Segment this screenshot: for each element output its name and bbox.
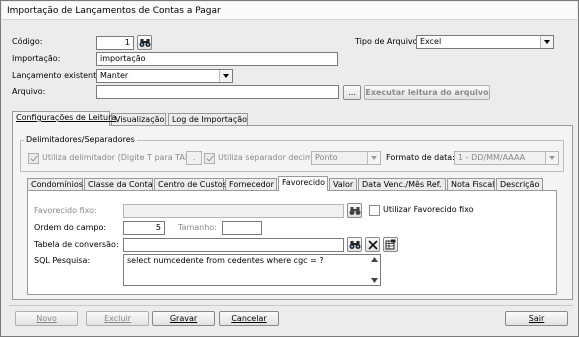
importacao-field[interactable]: importação [96,52,338,66]
utilizar-favorecido-fixo-label: Utilizar Favorecido fixo [383,205,474,214]
novo-label: Novo [36,314,57,323]
ordem-campo-label: Ordem do campo: [34,223,107,232]
subtab-centro-label: Centro de Custos [158,180,227,189]
chevron-down-icon [545,152,558,164]
ordem-campo-field[interactable]: 5 [123,221,165,235]
lancamento-label: Lançamento existente: [12,71,104,80]
binoculars-icon [139,38,150,47]
sql-pesquisa-textarea[interactable]: select numcedente from cedentes where cg… [123,254,381,286]
tamanho-field[interactable] [222,221,262,235]
table-edit-icon [385,239,396,250]
scroll-up-icon [371,257,378,262]
utiliza-delimitador-label: Utiliza delimitador (Digite T para TAB) [42,153,194,162]
tab-visualizacao-label: Visualização [115,115,165,124]
favorecido-fixo-label: Favorecido fixo: [34,206,97,215]
tab-log-label: Log de Importação [172,115,248,124]
scroll-down-icon [371,278,378,283]
subtab-descricao-label: Descrição [500,180,540,189]
utiliza-separador-checkbox[interactable] [204,153,215,164]
configuracoes-panel: Delimitadores/Separadores Utiliza delimi… [12,125,573,300]
sair-label: Sair [528,314,545,323]
chevron-down-icon [540,36,553,48]
favorecido-panel: Favorecido fixo: Utilizar Favorecido fix… [27,190,557,295]
chevron-down-icon [219,70,232,82]
separador-select[interactable]: Ponto [311,151,381,165]
separador-value: Ponto [315,153,338,162]
executar-leitura-button[interactable]: Executar leitura do arquivo [364,85,490,100]
excluir-label: Excluir [104,314,131,323]
clear-tabela-button[interactable] [365,237,380,252]
gravar-button[interactable]: Gravar [152,311,215,326]
edit-tabela-button[interactable] [383,237,398,252]
binoculars-icon [349,240,360,249]
tabela-search-button[interactable] [347,237,362,252]
close-icon [367,239,378,250]
arquivo-field[interactable] [96,85,339,99]
subtab-data-label: Data Venc./Mês Ref. [362,180,442,189]
cancelar-button[interactable]: Cancelar [219,311,279,326]
subtab-condominios-label: Condomínios [31,180,83,189]
formato-data-select[interactable]: 1 - DD/MM/AAAA [454,151,559,165]
favorecido-fixo-field[interactable] [123,204,344,218]
tipo-arquivo-select[interactable]: Excel [416,35,554,49]
formato-data-value: 1 - DD/MM/AAAA [458,153,526,162]
subtab-favorecido[interactable]: Favorecido [278,176,328,191]
excluir-button[interactable]: Excluir [86,311,149,326]
codigo-search-button[interactable] [137,35,152,50]
formato-data-label: Formato de data: [386,153,455,162]
import-window: Importação de Lançamentos de Contas a Pa… [0,0,579,337]
delimitador-field[interactable]: . [186,151,202,165]
utiliza-delimitador-checkbox[interactable] [28,153,39,164]
footer-divider [9,305,573,306]
utiliza-separador-label: Utiliza separador decimal [218,153,320,162]
tipo-arquivo-label: Tipo de Arquivo: [355,37,421,46]
subtab-classe-label: Classe da Conta [88,180,153,189]
gravar-label: Gravar [169,314,198,323]
tabela-conversao-field[interactable] [123,238,344,252]
window-title: Importação de Lançamentos de Contas a Pa… [2,2,577,20]
importacao-label: Importação: [12,54,61,63]
arquivo-label: Arquivo: [12,87,46,96]
codigo-label: Código: [12,37,43,46]
chevron-down-icon [367,152,380,164]
tab-configuracoes-label: Configurações de Leitura [16,113,117,122]
binoculars-icon [349,206,360,215]
browse-button[interactable]: ... [343,85,361,100]
codigo-field[interactable]: 1 [96,36,134,50]
sair-button[interactable]: Sair [505,311,568,326]
lancamento-value: Manter [100,71,129,80]
tamanho-label: Tamanho: [178,223,217,232]
utilizar-favorecido-fixo-checkbox[interactable] [369,205,380,216]
sql-pesquisa-label: SQL Pesquisa: [34,256,91,265]
tab-configuracoes[interactable]: Configurações de Leitura [12,111,116,126]
delimitadores-group-label: Delimitadores/Separadores [24,134,137,146]
subtab-nota-label: Nota Fiscal [451,180,495,189]
tabela-conversao-label: Tabela de conversão: [34,240,119,249]
novo-button[interactable]: Novo [15,311,78,326]
cancelar-label: Cancelar [231,314,267,323]
subtab-valor-label: Valor [333,180,354,189]
tipo-arquivo-value: Excel [420,37,442,46]
sql-pesquisa-value: select numcedente from cedentes where cg… [127,256,324,265]
subtab-fornecedor-label: Fornecedor [229,180,274,189]
favorecido-search-button[interactable] [347,203,362,218]
lancamento-select[interactable]: Manter [96,69,233,83]
subtab-favorecido-label: Favorecido [282,178,326,187]
